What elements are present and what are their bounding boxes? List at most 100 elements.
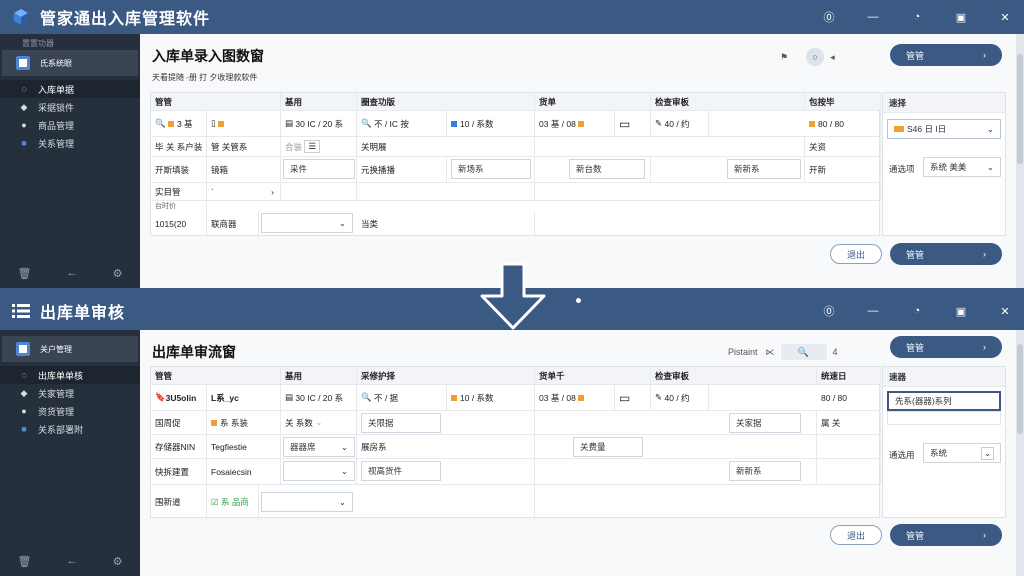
text-input[interactable]: 采件 xyxy=(283,159,355,179)
text-input[interactable]: 新新系 xyxy=(727,159,801,179)
confirm-button[interactable]: 管管 › xyxy=(890,524,1002,546)
table-cell[interactable]: ☑ 系 品商 xyxy=(207,485,259,519)
minimize-icon[interactable]: — xyxy=(858,305,888,317)
table-cell[interactable]: L系_yc xyxy=(207,385,281,410)
right-select[interactable]: S46 日 I日 ⌄ xyxy=(887,119,1001,139)
col-header[interactable]: 基用 xyxy=(281,367,357,384)
table-cell[interactable]: 🔍 3 基 xyxy=(151,111,207,136)
table-cell[interactable]: ▤ 30 IC / 20 系 xyxy=(281,111,357,136)
table-cell[interactable]: ✎ 40 / 约 xyxy=(651,385,709,410)
prev-icon[interactable]: ⋉ xyxy=(766,347,775,358)
scrollbar[interactable] xyxy=(1016,34,1024,288)
trash-icon[interactable]: 🗑 xyxy=(18,267,32,280)
table-cell xyxy=(817,459,881,484)
back-arrow-icon[interactable]: ← xyxy=(67,267,78,280)
table-cell[interactable]: 80 / 80 xyxy=(805,111,881,136)
sub-toolbar[interactable]: 天看提随 -册 打 夕收理款软件 xyxy=(152,72,257,83)
text-input[interactable]: 新新系 xyxy=(729,461,801,481)
sidebar-item-relations[interactable]: ■ 关系管理 xyxy=(0,134,140,152)
table-cell[interactable]: 10 / 系数 xyxy=(447,111,535,136)
window-icon[interactable]: ▣ xyxy=(946,305,976,318)
sidebar-item-assets[interactable]: ● 资货管理 xyxy=(0,402,140,420)
back-arrow-icon[interactable]: ← xyxy=(67,555,78,568)
cancel-button[interactable]: 退出 xyxy=(830,525,882,545)
more-icon[interactable]: ◂ xyxy=(830,52,835,63)
table-cell[interactable]: ▭ xyxy=(615,111,651,136)
dropdown-select[interactable]: ⌄ xyxy=(261,213,353,233)
table-cell[interactable]: 🔖 3U5olin xyxy=(151,385,207,410)
right-select-2[interactable]: 系统 美美 ⌄ xyxy=(923,157,1001,177)
gear-icon[interactable]: ⚙ xyxy=(113,555,123,568)
col-header[interactable]: 管管 xyxy=(151,367,281,384)
back-icon: ˋ xyxy=(211,186,214,197)
sidebar-user[interactable]: 氏系统眼 xyxy=(2,50,138,76)
top-action-button[interactable]: 管管 › xyxy=(890,336,1002,358)
flag-icon[interactable]: ⚑ xyxy=(780,52,788,63)
text-input[interactable]: 新场系 xyxy=(451,159,531,179)
table-cell[interactable]: 关 系数 ⌄ xyxy=(281,411,357,434)
col-header[interactable]: 检查审板 xyxy=(651,93,805,110)
table-cell[interactable]: ✎ 40 / 约 xyxy=(651,111,709,136)
text-input[interactable]: 关家据 xyxy=(729,413,801,433)
cancel-button[interactable]: 退出 xyxy=(830,244,882,264)
top-action-button[interactable]: 管管 › xyxy=(890,44,1002,66)
window-icon[interactable]: ▣ xyxy=(946,11,976,24)
right-input-dropdown[interactable] xyxy=(887,411,1001,425)
table-cell[interactable]: 03 基 / 08 xyxy=(535,111,615,136)
scroll-thumb[interactable] xyxy=(1017,54,1023,164)
text-input[interactable]: 关费量 xyxy=(573,437,643,457)
col-header[interactable]: 货单千 xyxy=(535,367,651,384)
col-header[interactable]: 货单 xyxy=(535,93,651,110)
gear-icon[interactable]: ⚙ xyxy=(113,267,123,280)
table-cell[interactable]: ▤ 30 IC / 20 系 xyxy=(281,385,357,410)
col-header[interactable]: 采修护择 xyxy=(357,367,535,384)
sidebar-item-purchase[interactable]: ◆ 采据锁件 xyxy=(0,98,140,116)
info-icon[interactable]: ⓪ xyxy=(814,9,844,25)
scroll-thumb[interactable] xyxy=(1017,344,1023,434)
sidebar-item-outbound-review[interactable]: ◌ 出库单单核 xyxy=(0,366,140,384)
sidebar-item-products[interactable]: ● 商品管理 xyxy=(0,116,140,134)
dropdown-select[interactable]: ⌄ xyxy=(261,492,353,512)
search-icon[interactable]: 🔍 xyxy=(780,344,827,360)
col-header[interactable]: 管管 xyxy=(151,93,281,110)
info-icon[interactable]: ⓪ xyxy=(814,303,844,319)
scrollbar[interactable] xyxy=(1016,330,1024,576)
col-header[interactable]: 圈查功版 xyxy=(357,93,535,110)
more-icon[interactable]: 4 xyxy=(833,347,838,357)
sidebar-item-inbound[interactable]: ◌ 入库单据 xyxy=(0,80,140,98)
table-cell[interactable]: 80 / 80 xyxy=(817,385,881,410)
sidebar-user[interactable]: 关户管理 xyxy=(2,336,138,362)
text-input[interactable]: 关限据 xyxy=(361,413,441,433)
text-input[interactable]: 视高货件 xyxy=(361,461,441,481)
col-header[interactable]: 统速日 xyxy=(817,367,881,384)
bell-icon[interactable]: ◔ xyxy=(902,11,932,23)
table-cell[interactable]: 🔍 不 / IC 按 xyxy=(357,111,447,136)
col-header[interactable]: 包按毕 xyxy=(805,93,881,110)
close-icon[interactable]: ✕ xyxy=(990,11,1020,24)
sidebar-item-suppliers[interactable]: ◆ 关家管理 xyxy=(0,384,140,402)
minimize-icon[interactable]: — xyxy=(858,11,888,23)
table-cell[interactable]: 🔍 不 / 据 xyxy=(357,385,447,410)
table-cell[interactable]: ˋ › xyxy=(207,183,281,200)
right-input[interactable]: 先系(器器)系列 xyxy=(887,391,1001,411)
col-header[interactable]: 基用 xyxy=(281,93,357,110)
table-cell[interactable]: 10 / 系数 xyxy=(447,385,535,410)
table-cell[interactable]: 03 基 / 08 xyxy=(535,385,615,410)
dropdown-select[interactable]: ⌄ xyxy=(283,461,355,481)
trash-icon[interactable]: 🗑 xyxy=(18,555,32,568)
table-cell[interactable]: ▯ xyxy=(207,111,281,136)
confirm-button[interactable]: 管管 › xyxy=(890,243,1002,265)
sidebar-user-label: 氏系统眼 xyxy=(40,58,72,68)
text-input[interactable]: 新台数 xyxy=(569,159,645,179)
right-select-2[interactable]: 系统 ⌄ xyxy=(923,443,1001,463)
sidebar-item-deploy[interactable]: ■ 关系部署附 xyxy=(0,420,140,438)
table-cell[interactable]: ▭ xyxy=(615,385,651,410)
table-cell[interactable]: 合装 ☰ xyxy=(281,137,357,156)
bell-icon[interactable]: ◔ xyxy=(902,305,932,317)
close-icon[interactable]: ✕ xyxy=(990,305,1020,318)
col-header[interactable]: 检查审板 xyxy=(651,367,817,384)
dropdown-select[interactable]: 器器席 ⌄ xyxy=(283,437,355,457)
search-circle-icon[interactable]: ○ xyxy=(806,48,825,66)
dot-marker xyxy=(576,298,581,303)
small-input[interactable]: ☰ xyxy=(304,140,321,153)
